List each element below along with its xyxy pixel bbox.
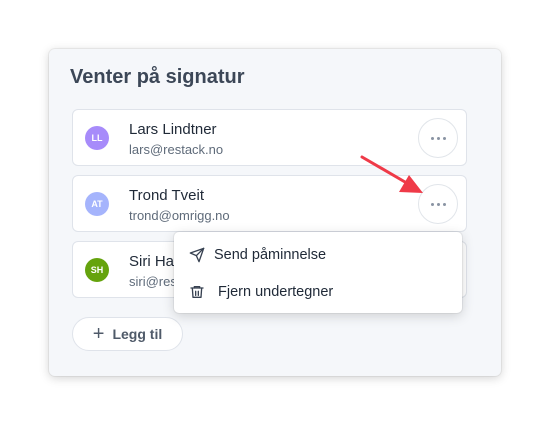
signer-email: lars@restack.no [129,142,224,157]
signer-row: AT Trond Tveit trond@omrigg.no [72,175,467,232]
card-title: Venter på signatur [70,66,245,88]
signer-row: LL Lars Lindtner lars@restack.no [72,109,467,166]
avatar: SH [85,258,109,282]
more-horizontal-icon [430,136,446,140]
more-horizontal-icon [430,202,446,206]
pending-signatures-card: Venter på signatur LL Lars Lindtner lars… [49,49,501,376]
signer-email: trond@omrigg.no [129,208,230,223]
signer-name: Lars Lindtner [129,121,217,138]
menu-item-label: Fjern undertegner [218,284,334,300]
avatar: AT [85,192,109,216]
avatar: LL [85,126,109,150]
trash-icon [190,286,204,298]
context-menu: Send påminnelse Fjern undertegner [174,232,462,313]
plus-icon: + [92,323,105,345]
menu-item-label: Send påminnelse [214,247,327,263]
send-icon [189,247,205,263]
signer-email: siri@res [129,274,177,289]
more-options-button[interactable] [418,184,458,224]
menu-item-send-reminder[interactable]: Send påminnelse [174,237,462,273]
add-signer-button[interactable]: + Legg til [72,317,183,351]
menu-item-remove-signer[interactable]: Fjern undertegner [174,274,462,310]
signer-name: Trond Tveit [129,187,205,204]
add-signer-label: Legg til [112,326,163,342]
more-options-button[interactable] [418,118,458,158]
